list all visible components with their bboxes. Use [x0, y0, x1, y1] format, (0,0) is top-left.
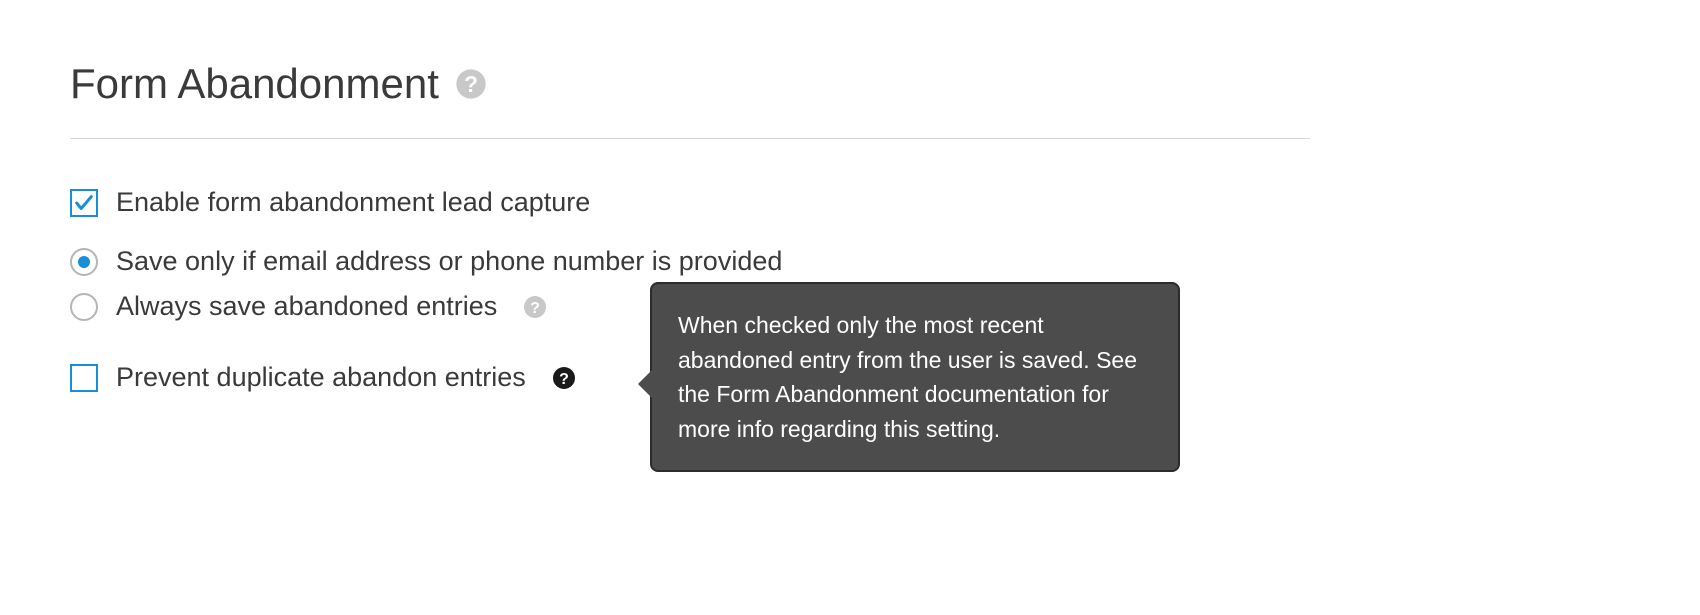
- divider: [70, 138, 1310, 139]
- save-if-contact-radio[interactable]: [70, 248, 98, 276]
- save-if-contact-label: Save only if email address or phone numb…: [116, 246, 782, 277]
- always-save-radio[interactable]: [70, 293, 98, 321]
- tooltip-text: When checked only the most recent abando…: [678, 312, 1137, 442]
- section-header: Form Abandonment ?: [70, 60, 1630, 108]
- help-icon[interactable]: ?: [552, 366, 576, 390]
- save-if-contact-row: Save only if email address or phone numb…: [70, 246, 1630, 277]
- enable-capture-row: Enable form abandonment lead capture: [70, 187, 1630, 218]
- page-title: Form Abandonment: [70, 60, 439, 108]
- svg-text:?: ?: [464, 71, 478, 97]
- enable-capture-checkbox[interactable]: [70, 189, 98, 217]
- enable-capture-label: Enable form abandonment lead capture: [116, 187, 590, 218]
- always-save-label: Always save abandoned entries: [116, 291, 497, 322]
- tooltip: When checked only the most recent abando…: [650, 282, 1180, 472]
- svg-text:?: ?: [559, 371, 569, 388]
- svg-text:?: ?: [530, 300, 540, 317]
- help-icon[interactable]: ?: [455, 68, 487, 100]
- help-icon[interactable]: ?: [523, 295, 547, 319]
- prevent-duplicates-row: Prevent duplicate abandon entries ? When…: [70, 362, 1630, 393]
- prevent-duplicates-label: Prevent duplicate abandon entries: [116, 362, 526, 393]
- prevent-duplicates-checkbox[interactable]: [70, 364, 98, 392]
